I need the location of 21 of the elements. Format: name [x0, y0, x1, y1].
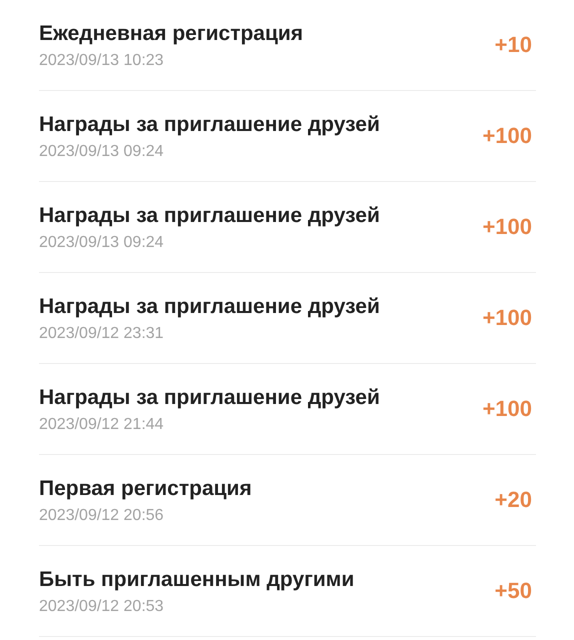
points-amount: +100: [482, 305, 533, 331]
points-amount: +100: [482, 396, 533, 422]
record-time: 2023/09/13 09:24: [39, 143, 165, 161]
points-amount: +100: [482, 123, 533, 149]
record-time: 2023/09/12 20:56: [39, 507, 165, 525]
record-title: Первая регистрация: [39, 477, 252, 501]
record-title: Награды за приглашение друзей: [39, 204, 380, 228]
points-amount: +20: [494, 487, 533, 513]
record-time: 2023/09/12 23:31: [39, 325, 165, 343]
record-time: 2023/09/12 20:53: [39, 598, 165, 616]
record-time: 2023/09/13 09:24: [39, 234, 165, 252]
record-title: Награды за приглашение друзей: [39, 113, 380, 137]
points-amount: +10: [494, 32, 533, 58]
record-time: 2023/09/13 10:23: [39, 52, 165, 70]
points-amount: +50: [494, 578, 533, 604]
record-time: 2023/09/12 21:44: [39, 416, 165, 434]
record-title: Быть приглашенным другими: [39, 568, 354, 592]
record-title: Награды за приглашение друзей: [39, 295, 380, 319]
record-title: Ежедневная регистрация: [39, 22, 304, 46]
record-title: Награды за приглашение друзей: [39, 386, 380, 410]
points-amount: +100: [482, 214, 533, 240]
